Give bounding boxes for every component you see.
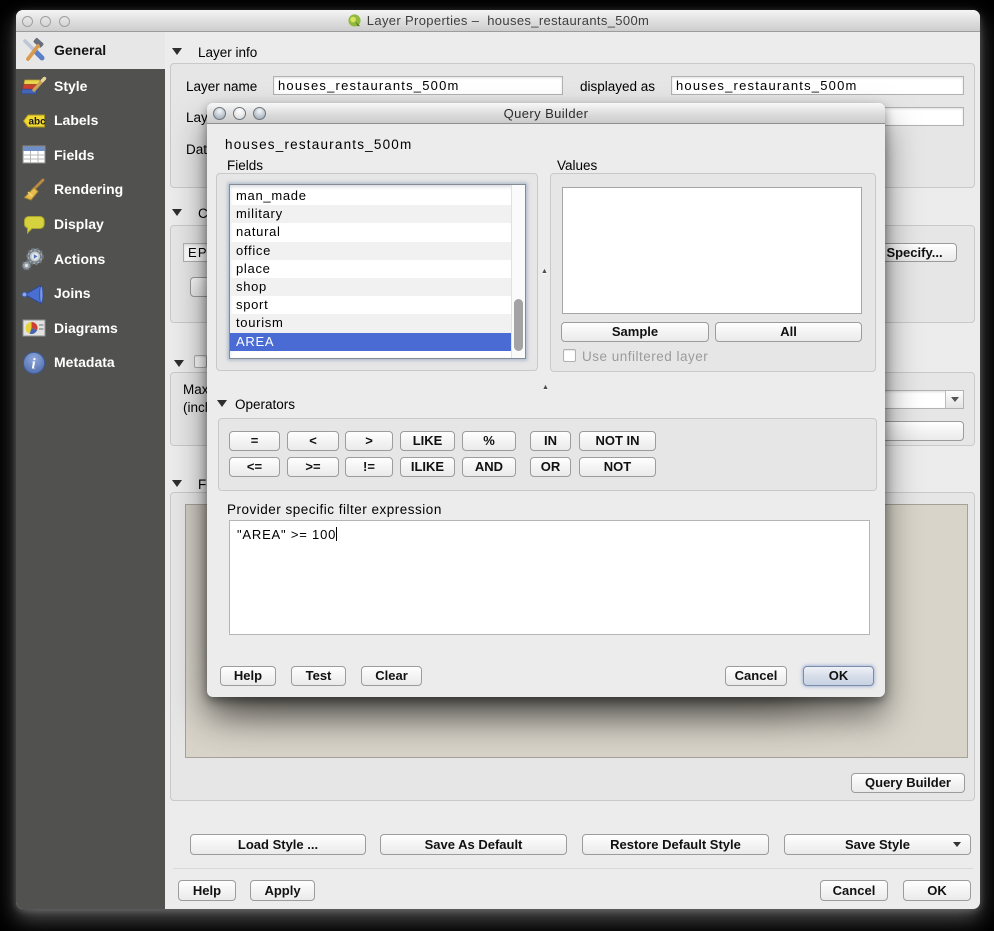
svg-text:abc: abc (29, 116, 47, 127)
